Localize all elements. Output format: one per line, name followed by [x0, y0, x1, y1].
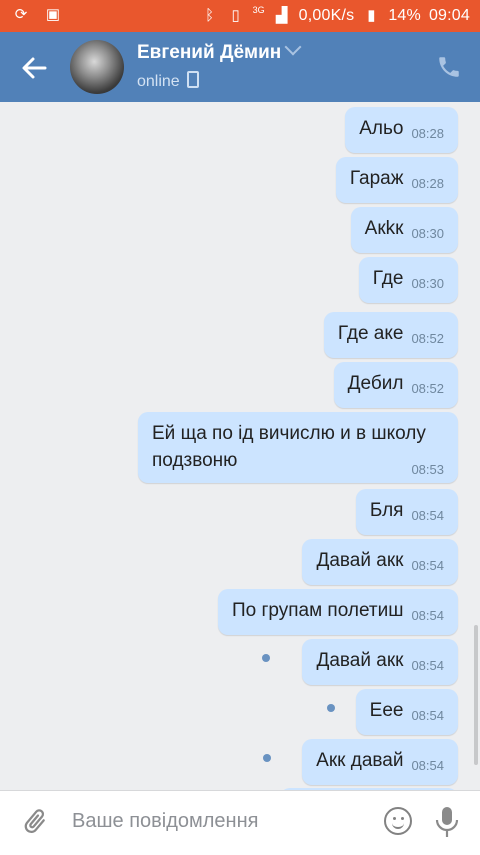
- message-text: Гараж: [349, 168, 404, 189]
- message-text: Давай акк: [316, 550, 404, 571]
- bluetooth-icon: ᛒ: [205, 7, 215, 24]
- scrollbar[interactable]: [474, 625, 478, 765]
- network-label: 3G: [252, 5, 265, 15]
- message-bubble[interactable]: Давай акк 08:54: [302, 539, 458, 585]
- image-icon: ▣: [45, 6, 61, 23]
- message-input[interactable]: Ваше повідомлення: [72, 810, 258, 833]
- message-bubble[interactable]: Бля 08:54: [355, 489, 458, 535]
- message-time: 08:28: [411, 126, 444, 141]
- contact-name: Евгений Дёмин: [137, 42, 282, 63]
- message-bubble[interactable]: Акkк 08:30: [350, 207, 458, 253]
- message-time: 08:54: [411, 708, 444, 723]
- message-text: Ей ща по ід вичислю и в школу подзвоню: [152, 423, 426, 471]
- sync-icon: ⟳: [14, 6, 28, 23]
- signal-icon: ▟: [275, 7, 288, 24]
- message-text: Акkк: [364, 218, 404, 239]
- unread-dot: [327, 704, 335, 712]
- smile-icon[interactable]: [384, 807, 412, 835]
- message-time: 08:54: [411, 758, 444, 773]
- arrow-left-icon[interactable]: [20, 54, 52, 82]
- contact-status: online: [137, 73, 180, 90]
- message-time: 08:30: [411, 226, 444, 241]
- message-time: 08:53: [411, 462, 444, 477]
- contact-name-row[interactable]: Евгений Дёмин: [137, 38, 302, 64]
- microphone-icon[interactable]: [434, 805, 460, 839]
- message-text: Давай акк: [316, 650, 404, 671]
- unread-dot: [262, 654, 270, 662]
- message-list[interactable]: Альо 08:28 Гараж 08:28 Акkк 08:30 Где 08:30 …: [0, 102, 480, 790]
- message-time: 08:52: [411, 381, 444, 396]
- message-bubble[interactable]: Акк давай 08:54: [302, 739, 458, 785]
- message-time: 08:54: [411, 608, 444, 623]
- battery-level: 14%: [388, 7, 421, 24]
- message-text: Еее: [369, 700, 404, 721]
- message-bubble[interactable]: По групам полетиш 08:54: [217, 589, 458, 635]
- message-text: Где аке: [337, 323, 404, 344]
- message-text: Бля: [369, 500, 404, 521]
- mobile-icon: [186, 71, 199, 88]
- message-bubble[interactable]: Альо 08:28: [345, 107, 458, 153]
- message-bubble[interactable]: Ей ща по ід вичислю и в школу подзвоню 08…: [138, 412, 458, 483]
- phone-icon[interactable]: [436, 54, 462, 80]
- message-bubble[interactable]: Где 08:30: [358, 257, 458, 303]
- message-time: 08:28: [411, 176, 444, 191]
- message-bubble[interactable]: Еее 08:54: [355, 689, 458, 735]
- message-bubble[interactable]: Гараж 08:28: [335, 157, 458, 203]
- message-text: Альо: [359, 118, 404, 139]
- message-text: Где: [372, 268, 404, 289]
- contact-status-row: online: [137, 69, 199, 91]
- message-time: 08:54: [411, 508, 444, 523]
- network-speed: 0,00K/s: [298, 7, 355, 24]
- message-time: 08:30: [411, 276, 444, 291]
- unread-dot: [263, 754, 271, 762]
- chat-header: Евгений Дёмин online: [0, 32, 480, 102]
- message-time: 08:54: [411, 558, 444, 573]
- battery-icon: ▮: [367, 7, 376, 24]
- avatar[interactable]: [70, 40, 124, 94]
- vibrate-icon: ▯: [231, 7, 240, 24]
- message-bubble[interactable]: Давай акк 08:54: [302, 639, 458, 685]
- message-time: 08:54: [411, 658, 444, 673]
- paperclip-icon[interactable]: [20, 807, 50, 837]
- chevron-down-icon: [284, 38, 302, 56]
- message-time: 08:52: [411, 331, 444, 346]
- message-composer: Ваше повідомлення: [0, 790, 480, 855]
- message-text: Акк давай: [316, 750, 404, 771]
- message-bubble[interactable]: Дебил 08:52: [333, 362, 458, 408]
- status-bar: ⟳ ▣ ᛒ ▯ 3G ▟ 0,00K/s ▮ 14% 09:04: [0, 0, 480, 32]
- clock: 09:04: [428, 7, 470, 24]
- message-text: Дебил: [347, 373, 404, 394]
- message-bubble[interactable]: Где аке 08:52: [323, 312, 458, 358]
- message-text: По групам полетиш: [231, 600, 404, 621]
